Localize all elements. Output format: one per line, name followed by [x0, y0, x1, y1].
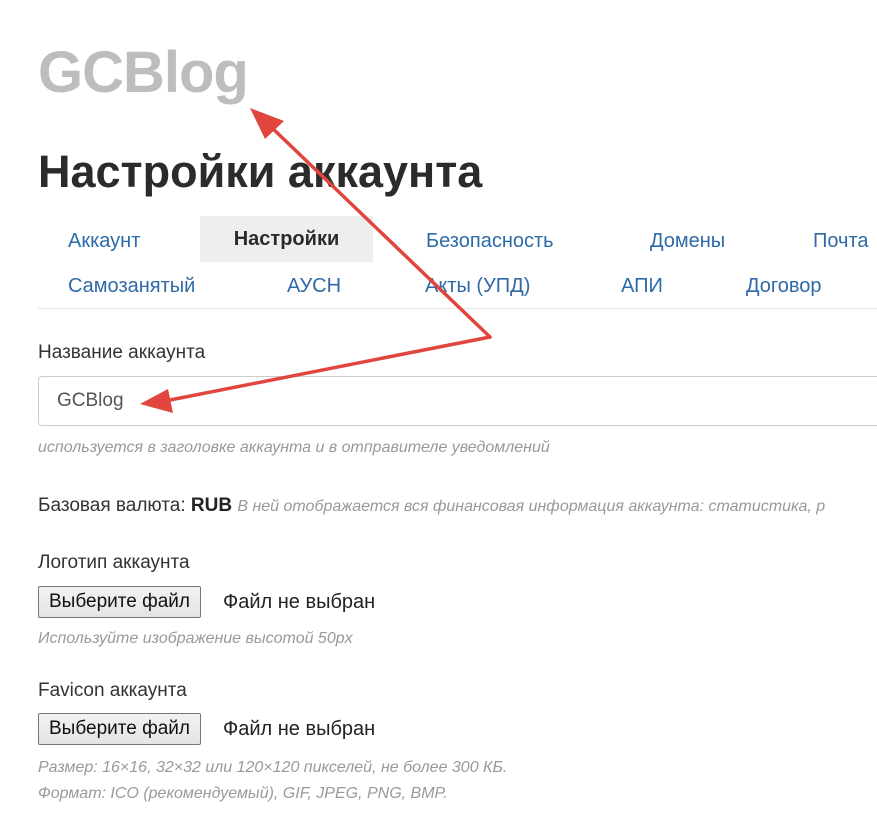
tab-api[interactable]: АПИ: [621, 263, 663, 309]
base-currency-note: В ней отображается вся финансовая информ…: [237, 498, 826, 515]
account-name-label: Название аккаунта: [38, 342, 206, 363]
tab-ausn[interactable]: АУСН: [287, 263, 341, 309]
favicon-upload-label: Favicon аккаунта: [38, 680, 187, 701]
tab-contract[interactable]: Договор: [746, 263, 822, 309]
base-currency-value: RUB: [190, 495, 233, 516]
favicon-choose-file-button[interactable]: Выберите файл: [38, 713, 201, 745]
tab-account[interactable]: Аккаунт: [68, 218, 140, 264]
account-name-input[interactable]: [38, 376, 877, 426]
logo-choose-file-button[interactable]: Выберите файл: [38, 586, 201, 618]
tab-settings[interactable]: Настройки: [200, 216, 373, 262]
tab-acts[interactable]: Акты (УПД): [425, 263, 530, 309]
tab-mail[interactable]: Почта: [813, 218, 869, 264]
favicon-size-hint: Размер: 16×16, 32×32 или 120×120 пикселе…: [38, 759, 508, 776]
tab-domains[interactable]: Домены: [650, 218, 725, 264]
base-currency-row: Базовая валюта: RUB В ней отображается в…: [38, 494, 825, 519]
base-currency-label: Базовая валюта:: [38, 495, 186, 516]
logo-upload-hint: Используйте изображение высотой 50px: [38, 630, 353, 647]
brand-logo: GCBlog: [38, 40, 249, 105]
logo-upload-label: Логотип аккаунта: [38, 552, 190, 573]
settings-tabs: Аккаунт Настройки Безопасность Домены По…: [38, 216, 877, 309]
tab-self-employed[interactable]: Самозанятый: [68, 263, 195, 309]
favicon-file-status: Файл не выбран: [223, 718, 376, 740]
favicon-format-hint: Формат: ICO (рекомендуемый), GIF, JPEG, …: [38, 785, 448, 802]
page-title: Настройки аккаунта: [38, 146, 483, 197]
logo-file-status: Файл не выбран: [223, 591, 376, 613]
account-name-hint: используется в заголовке аккаунта и в от…: [38, 439, 550, 456]
tab-security[interactable]: Безопасность: [426, 218, 554, 264]
